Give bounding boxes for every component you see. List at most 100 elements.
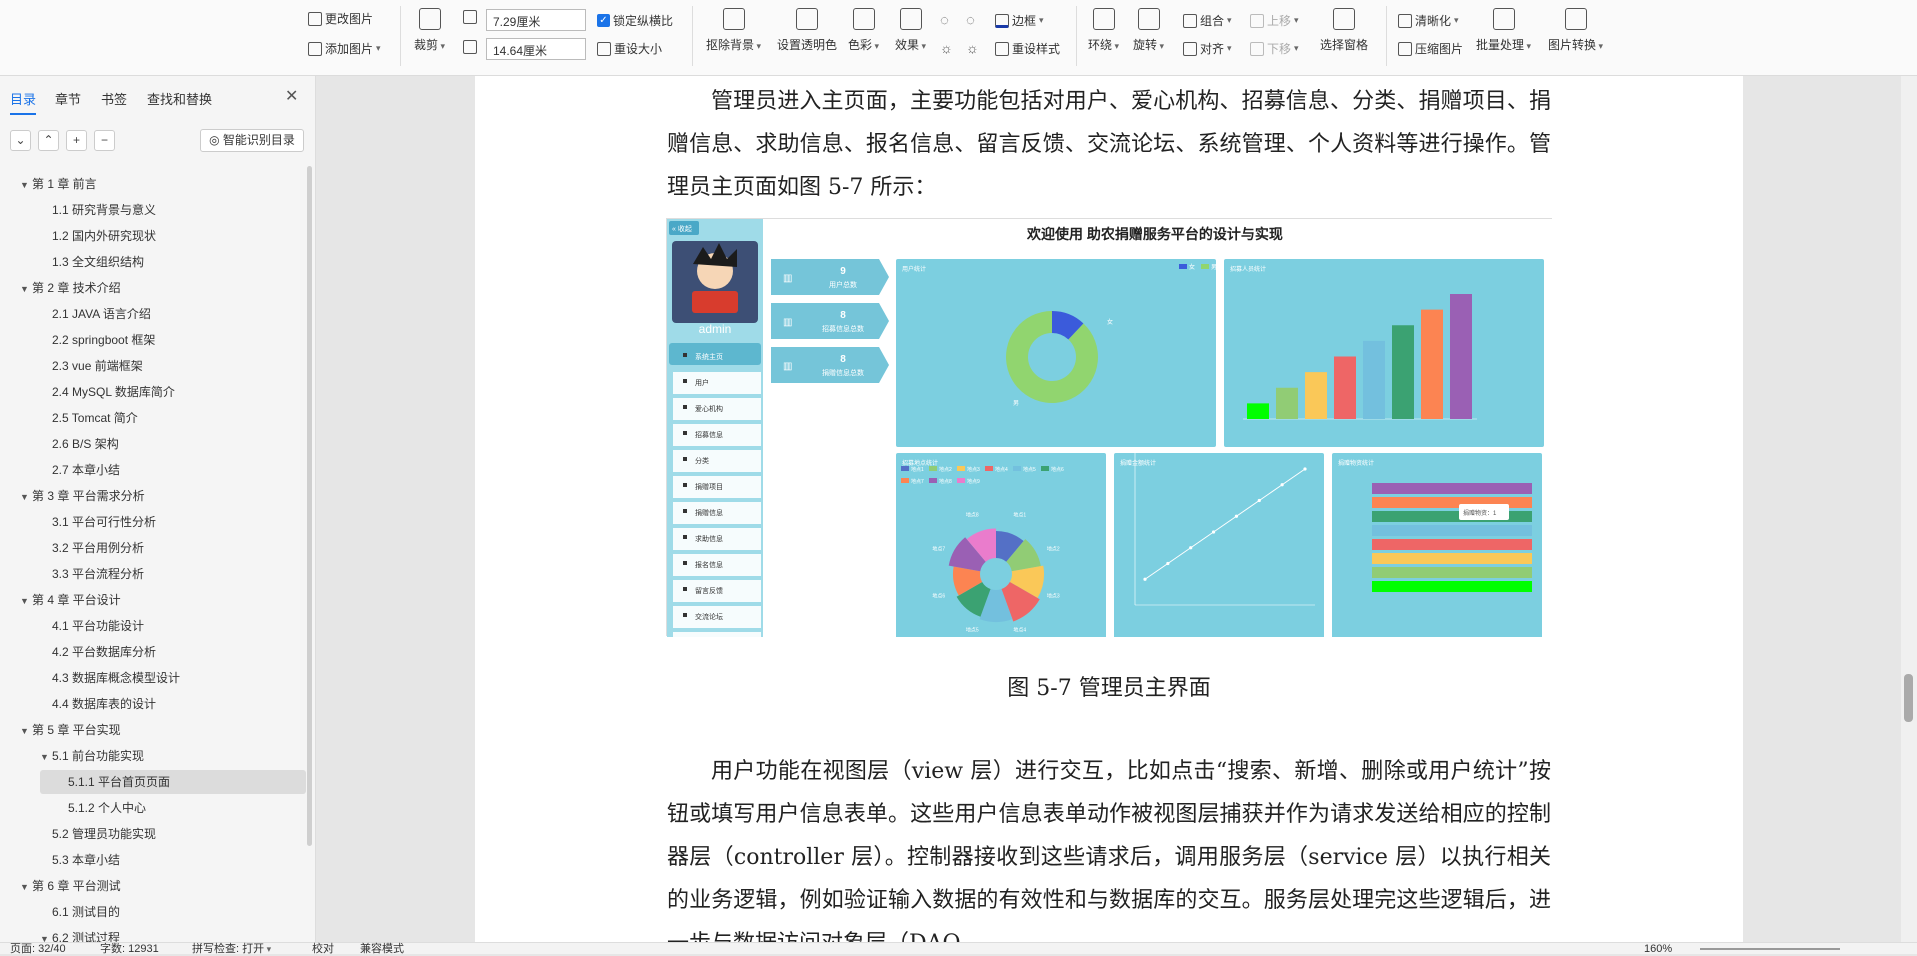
toc-item[interactable]: 5.1.2 个人中心: [40, 796, 306, 820]
toc-item[interactable]: 3.3 平台流程分析: [0, 562, 306, 586]
paragraph[interactable]: 管理员进入主页面，主要功能包括对用户、爱心机构、招募信息、分类、捐赠项目、捐赠信…: [667, 80, 1551, 209]
zoom-slider[interactable]: [1700, 948, 1840, 950]
collapse-button[interactable]: ⌄: [10, 130, 31, 151]
close-icon[interactable]: ✕: [285, 86, 298, 106]
contrast-button[interactable]: ◌: [966, 12, 975, 29]
ss-panel-title: 招募地点统计: [902, 459, 938, 467]
batch-process-button[interactable]: 批量处理: [1476, 8, 1531, 53]
toc-item[interactable]: ▼ 第 4 章 平台设计: [0, 588, 306, 612]
move-up-button[interactable]: 上移: [1250, 12, 1299, 29]
paragraph[interactable]: 用户功能在视图层（view 层）进行交互，比如点击“搜索、新增、删除或用户统计”…: [667, 750, 1551, 942]
lock-ratio-checkbox[interactable]: ✓ 锁定纵横比: [597, 12, 673, 29]
ss-legend-swatch: [1041, 466, 1049, 471]
chevron-down-icon: ⌄: [15, 133, 26, 147]
expand-triangle-icon[interactable]: ▼: [20, 875, 32, 899]
tab-bookmarks[interactable]: 书签: [101, 89, 127, 108]
compress-button[interactable]: 压缩图片: [1398, 40, 1463, 57]
group-icon: [1183, 13, 1197, 28]
smart-toc-button[interactable]: ◎ 智能识别目录: [200, 129, 304, 152]
toc-item[interactable]: 4.3 数据库概念模型设计: [0, 666, 306, 690]
toc-item[interactable]: 5.3 本章小结: [0, 848, 306, 872]
toc-item[interactable]: 1.1 研究背景与意义: [0, 198, 306, 222]
toc-item[interactable]: 5.1.1 平台首页页面: [40, 770, 306, 794]
toc-item-label: 1.2 国内外研究现状: [52, 229, 157, 243]
ss-stat-value: 8: [840, 354, 846, 365]
toc-item[interactable]: ▼ 第 3 章 平台需求分析: [0, 484, 306, 508]
remove-heading-button[interactable]: −: [94, 130, 115, 151]
brightness-button[interactable]: ◌: [940, 12, 949, 29]
picture-convert-button[interactable]: 图片转换: [1548, 8, 1603, 53]
toc-item[interactable]: ▼ 第 2 章 技术介绍: [0, 276, 306, 300]
toc-item[interactable]: 2.7 本章小结: [0, 458, 306, 482]
brightness-up-button[interactable]: ☼: [940, 40, 953, 56]
expand-triangle-icon[interactable]: ▼: [40, 745, 52, 769]
rotate-button[interactable]: 旋转: [1133, 8, 1164, 53]
toc-item[interactable]: 3.1 平台可行性分析: [0, 510, 306, 534]
reset-size-button[interactable]: 重设大小: [597, 40, 662, 57]
toc-item[interactable]: 2.6 B/S 架构: [0, 432, 306, 456]
change-picture-button[interactable]: 更改图片: [308, 10, 373, 27]
ss-legend-label: 地点6: [1051, 466, 1064, 473]
toc-item[interactable]: 4.2 平台数据库分析: [0, 640, 306, 664]
toc-item[interactable]: ▼ 5.1 前台功能实现: [0, 744, 306, 768]
toc-item-label: 5.1 前台功能实现: [52, 749, 145, 763]
compress-icon: [1398, 41, 1412, 56]
border-button[interactable]: 边框: [995, 12, 1044, 29]
expand-triangle-icon[interactable]: ▼: [20, 485, 32, 509]
toc-item[interactable]: 2.3 vue 前端框架: [0, 354, 306, 378]
add-picture-button[interactable]: 添加图片: [308, 40, 381, 57]
toc-item[interactable]: 4.4 数据库表的设计: [0, 692, 306, 716]
toc-item[interactable]: 1.2 国内外研究现状: [0, 224, 306, 248]
toc-item[interactable]: ▼ 第 1 章 前言: [0, 172, 306, 196]
toc-item[interactable]: 3.2 平台用例分析: [0, 536, 306, 560]
ss-legend-swatch: [957, 478, 965, 483]
embedded-screenshot[interactable]: « 收起 admin 系统主页 用户 爱心机构 招募信息 分类 捐赠项目 捐赠信息 求助信息 报名信…: [666, 218, 1553, 657]
toc-item[interactable]: ▼ 第 5 章 平台实现: [0, 718, 306, 742]
nav-scrollbar[interactable]: [307, 166, 312, 846]
toc-item[interactable]: 2.1 JAVA 语言介绍: [0, 302, 306, 326]
ss-stat-icon: ▥: [783, 361, 792, 372]
toc-item[interactable]: 4.1 平台功能设计: [0, 614, 306, 638]
expand-triangle-icon[interactable]: ▼: [20, 277, 32, 301]
toc-item[interactable]: ▼ 第 6 章 平台测试: [0, 874, 306, 898]
remove-background-button[interactable]: 抠除背景: [706, 8, 761, 53]
ss-panel-title: 捐赠金额统计: [1120, 459, 1156, 467]
toc-item[interactable]: 5.2 管理员功能实现: [0, 822, 306, 846]
toc-item[interactable]: 1.3 全文组织结构: [0, 250, 306, 274]
align-button[interactable]: 对齐: [1183, 40, 1232, 57]
tab-find-replace[interactable]: 查找和替换: [147, 89, 212, 108]
tab-chapters[interactable]: 章节: [55, 89, 81, 108]
reset-style-button[interactable]: 重设样式: [995, 40, 1060, 57]
brightness-down-button[interactable]: ☼: [966, 40, 979, 56]
selection-pane-button[interactable]: 选择窗格: [1320, 8, 1368, 53]
sharpen-button[interactable]: 清晰化: [1398, 12, 1459, 29]
toc-item[interactable]: 2.5 Tomcat 简介: [0, 406, 306, 430]
tab-toc[interactable]: 目录: [10, 89, 37, 115]
add-picture-icon: [308, 41, 322, 56]
height-input[interactable]: 14.64厘米: [486, 38, 586, 60]
set-transparent-button[interactable]: 设置透明色: [777, 8, 837, 53]
expand-triangle-icon[interactable]: ▼: [20, 173, 32, 197]
scrollbar-thumb[interactable]: [1904, 674, 1913, 722]
selection-pane-icon: [1333, 8, 1355, 30]
ss-hbar: [1372, 525, 1532, 536]
group-button[interactable]: 组合: [1183, 12, 1232, 29]
toc-item[interactable]: 2.2 springboot 框架: [0, 328, 306, 352]
color-button[interactable]: 色彩: [848, 8, 879, 53]
ss-bar: [1276, 387, 1298, 419]
figure-caption[interactable]: 图 5-7 管理员主界面: [475, 670, 1743, 702]
expand-triangle-icon[interactable]: ▼: [20, 719, 32, 743]
wrap-button[interactable]: 环绕: [1088, 8, 1119, 53]
ss-hbar: [1372, 581, 1532, 592]
expand-button[interactable]: ⌃: [38, 130, 59, 151]
add-heading-button[interactable]: +: [66, 130, 87, 151]
crop-button[interactable]: 裁剪: [414, 8, 445, 53]
color-icon: [852, 8, 875, 30]
toc-item[interactable]: 2.4 MySQL 数据库简介: [0, 380, 306, 404]
expand-triangle-icon[interactable]: ▼: [20, 589, 32, 613]
width-input[interactable]: 7.29厘米: [486, 9, 586, 31]
effects-button[interactable]: 效果: [895, 8, 926, 53]
move-down-button[interactable]: 下移: [1250, 40, 1299, 57]
toc-item[interactable]: 6.1 测试目的: [0, 900, 306, 924]
vertical-scrollbar[interactable]: [1901, 76, 1917, 942]
